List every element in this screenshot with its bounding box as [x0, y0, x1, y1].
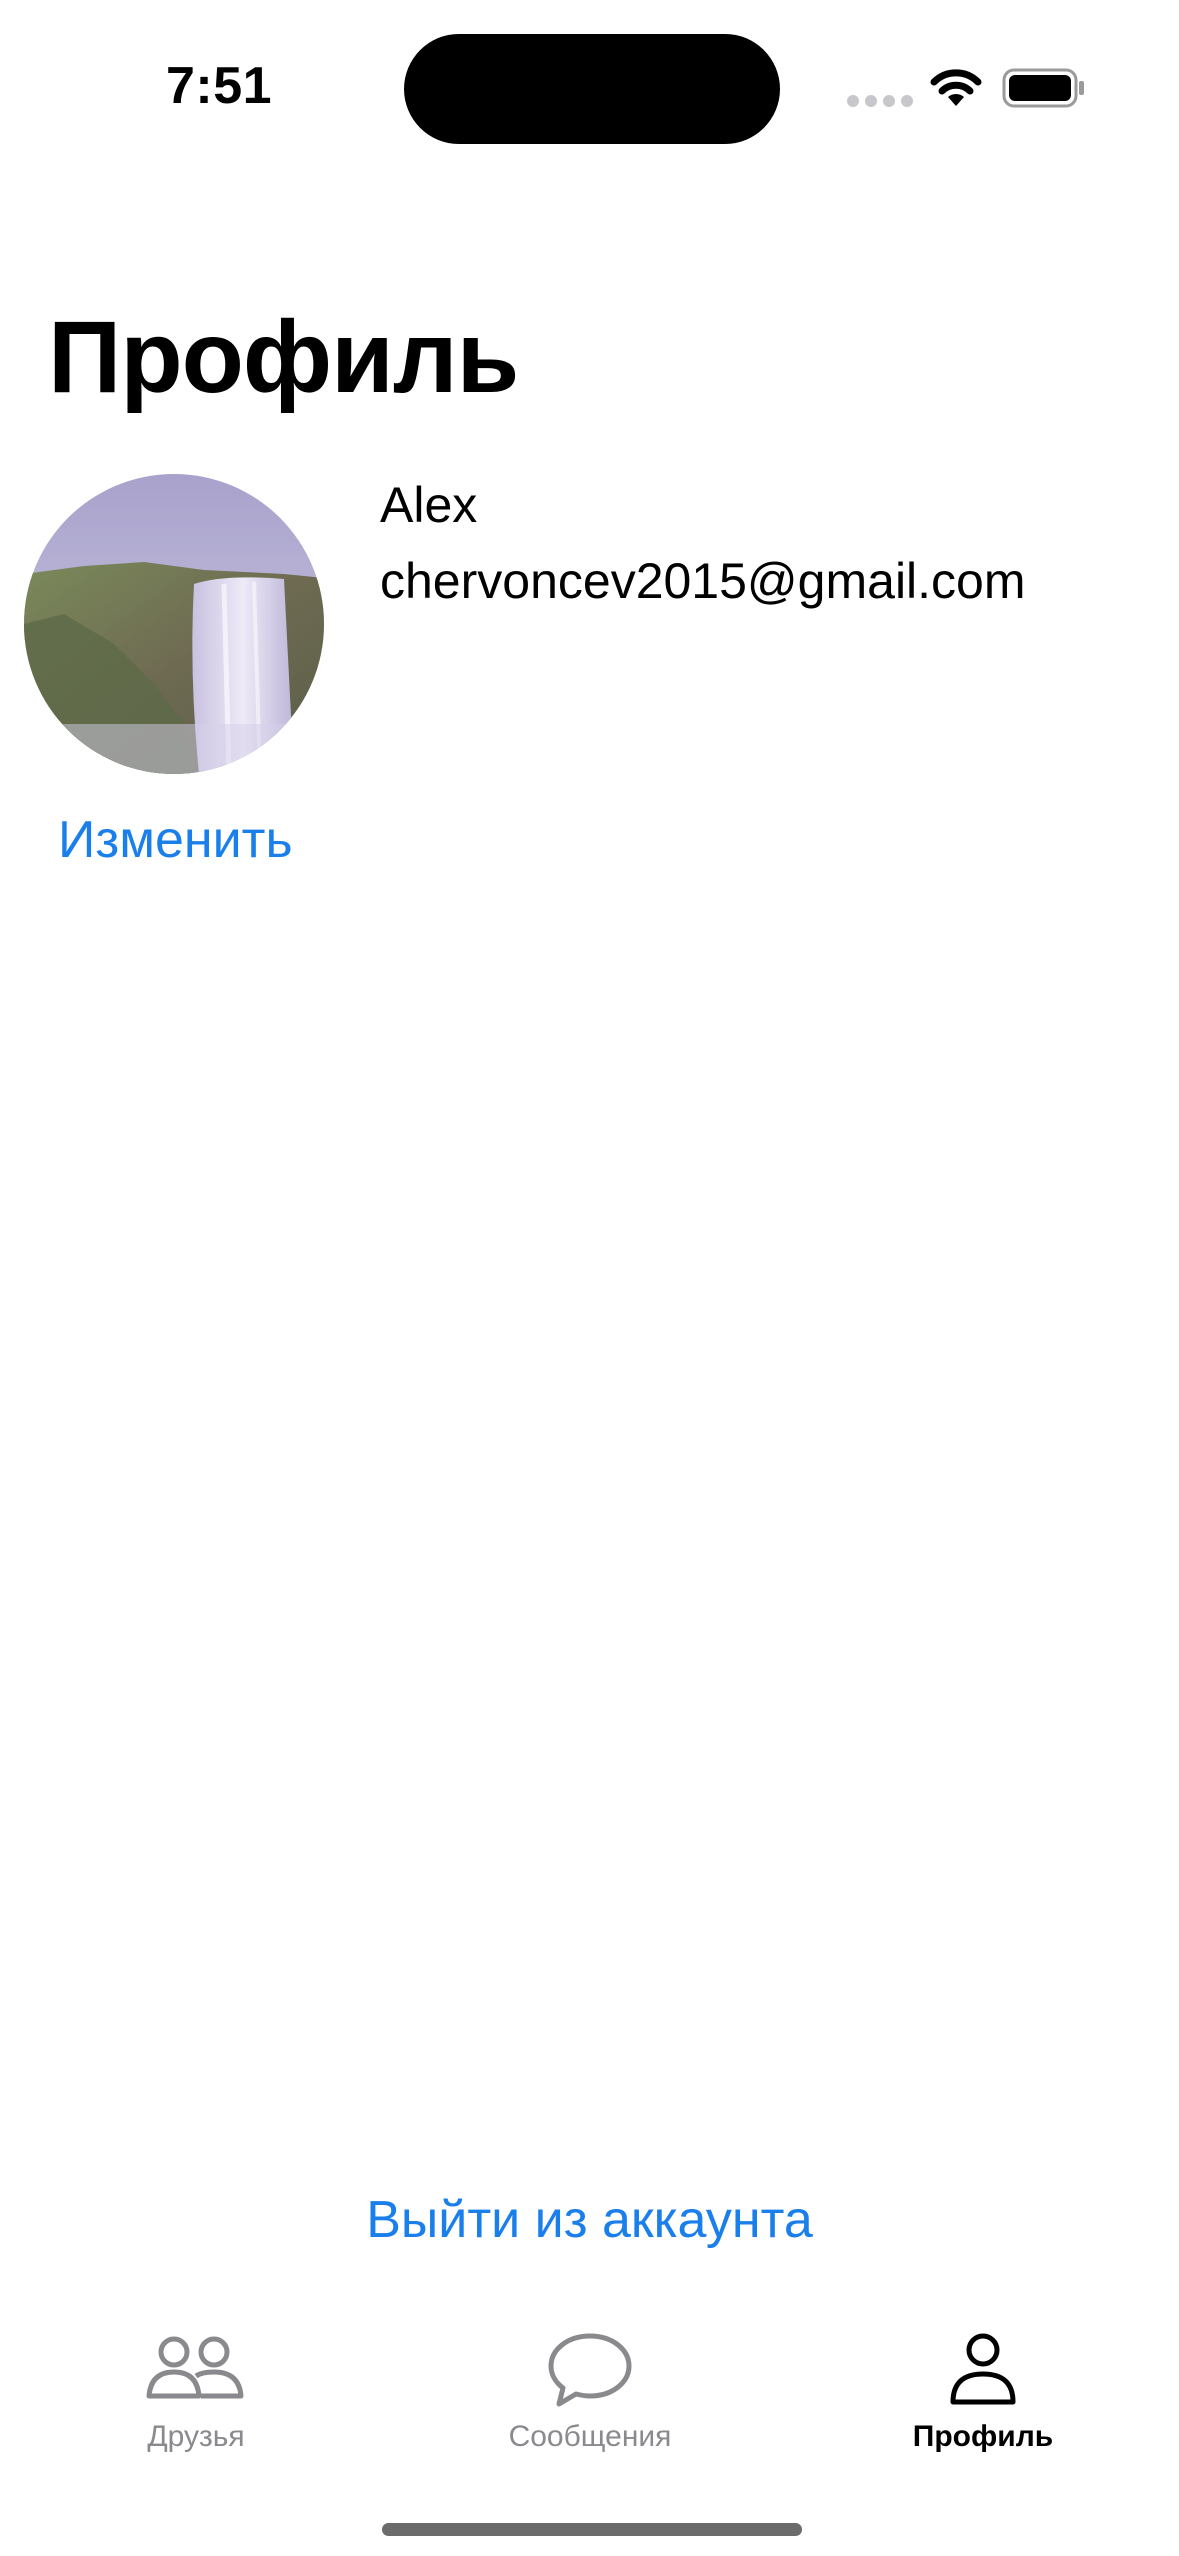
status-bar: 7:51 [0, 0, 1179, 180]
tab-messages[interactable]: Сообщения [440, 2310, 740, 2470]
status-time: 7:51 [166, 57, 273, 115]
user-name: Alex [380, 477, 478, 533]
person-icon [950, 2333, 1016, 2405]
tab-bar: Друзья Сообщения Профиль [0, 2310, 1179, 2490]
tab-friends-label: Друзья [147, 2420, 245, 2453]
tab-messages-label: Сообщения [508, 2420, 672, 2453]
battery-icon [1002, 68, 1084, 108]
signal-dots-icon [847, 95, 913, 107]
tab-profile-label: Профиль [912, 2420, 1054, 2453]
tab-profile[interactable]: Профиль [833, 2310, 1133, 2470]
edit-avatar-link[interactable]: Изменить [58, 810, 293, 870]
wifi-icon [930, 69, 982, 106]
home-indicator[interactable] [382, 2523, 802, 2536]
friends-icon [146, 2336, 244, 2399]
logout-button[interactable]: Выйти из аккаунта [0, 2190, 1179, 2250]
page-title: Профиль [48, 300, 519, 414]
avatar[interactable] [24, 474, 324, 774]
chat-bubble-icon [548, 2333, 632, 2407]
dynamic-island [404, 34, 780, 144]
tab-friends[interactable]: Друзья [46, 2310, 346, 2470]
user-email: chervoncev2015@gmail.com [380, 553, 1026, 609]
